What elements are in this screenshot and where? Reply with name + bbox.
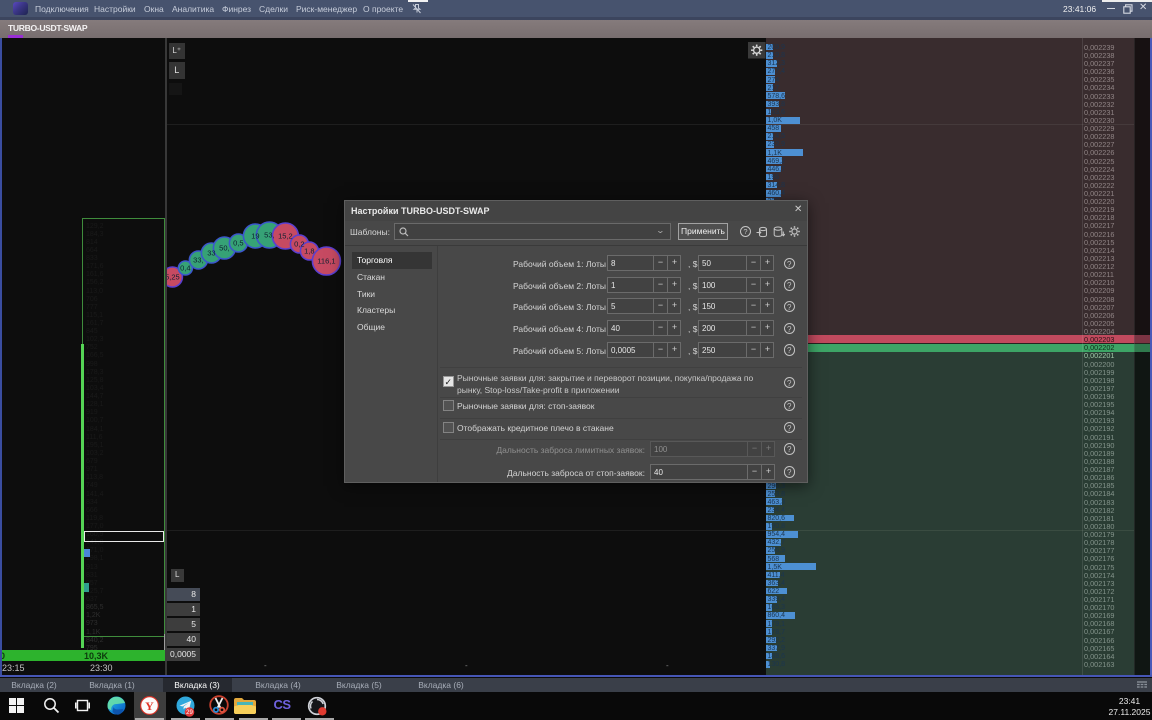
svg-text:116,1: 116,1: [317, 257, 335, 266]
svg-text:1,8: 1,8: [304, 247, 314, 256]
svg-text:0,5: 0,5: [233, 239, 243, 248]
svg-text:53,: 53,: [264, 231, 274, 240]
svg-text:15,2: 15,2: [278, 232, 293, 241]
svg-text:Y: Y: [145, 699, 154, 713]
svg-text:33,: 33,: [193, 256, 203, 265]
svg-text:29: 29: [186, 710, 193, 716]
svg-text:5,25: 5,25: [167, 273, 180, 282]
svg-text:19: 19: [251, 232, 259, 241]
svg-text:33: 33: [207, 249, 215, 258]
svg-text:0,4: 0,4: [180, 264, 190, 273]
svg-text:0,2: 0,2: [294, 240, 304, 249]
svg-text:50,: 50,: [219, 244, 229, 253]
